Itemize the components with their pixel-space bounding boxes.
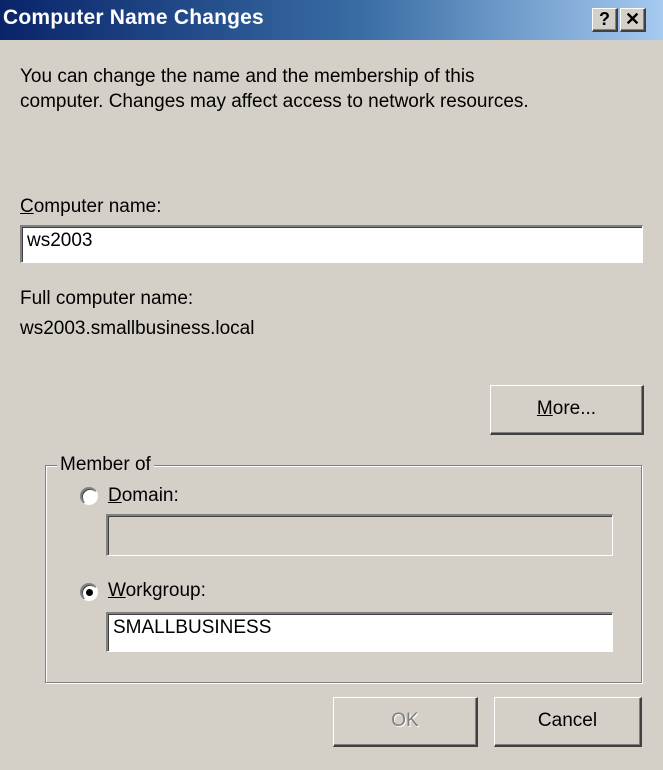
computer-name-input[interactable]: ws2003: [20, 225, 643, 263]
workgroup-radio-dot: [86, 589, 93, 596]
intro-text-line-2: computer. Changes may affect access to n…: [20, 91, 529, 112]
title-bar: Computer Name Changes ? ✕: [0, 0, 663, 40]
computer-name-label-rest: omputer name:: [33, 196, 162, 217]
full-computer-name-value: ws2003.smallbusiness.local: [20, 318, 255, 339]
workgroup-radio[interactable]: [80, 583, 98, 601]
computer-name-label: Computer name:: [20, 196, 162, 218]
workgroup-input[interactable]: SMALLBUSINESS: [106, 612, 613, 652]
workgroup-label[interactable]: Workgroup:: [108, 580, 206, 602]
computer-name-label-mnemonic: C: [20, 196, 34, 217]
intro-text-line-1: You can change the name and the membersh…: [20, 66, 475, 87]
close-button[interactable]: ✕: [620, 8, 646, 32]
domain-label[interactable]: Domain:: [108, 485, 179, 507]
more-button[interactable]: More...: [490, 385, 644, 435]
domain-radio[interactable]: [80, 487, 98, 505]
domain-input[interactable]: [106, 514, 613, 556]
window-title: Computer Name Changes: [3, 6, 264, 29]
full-computer-name-label: Full computer name:: [20, 288, 194, 309]
cancel-button[interactable]: Cancel: [494, 697, 642, 747]
workgroup-label-rest: orkgroup:: [125, 580, 206, 601]
help-button[interactable]: ?: [592, 8, 618, 32]
workgroup-label-mnemonic: W: [108, 580, 126, 601]
domain-label-rest: omain:: [121, 485, 179, 506]
member-of-label: Member of: [57, 454, 154, 476]
more-button-mnemonic: M: [536, 398, 553, 419]
more-button-rest: ore...: [552, 398, 597, 419]
ok-button[interactable]: OK: [333, 697, 478, 747]
domain-label-mnemonic: D: [108, 485, 122, 506]
